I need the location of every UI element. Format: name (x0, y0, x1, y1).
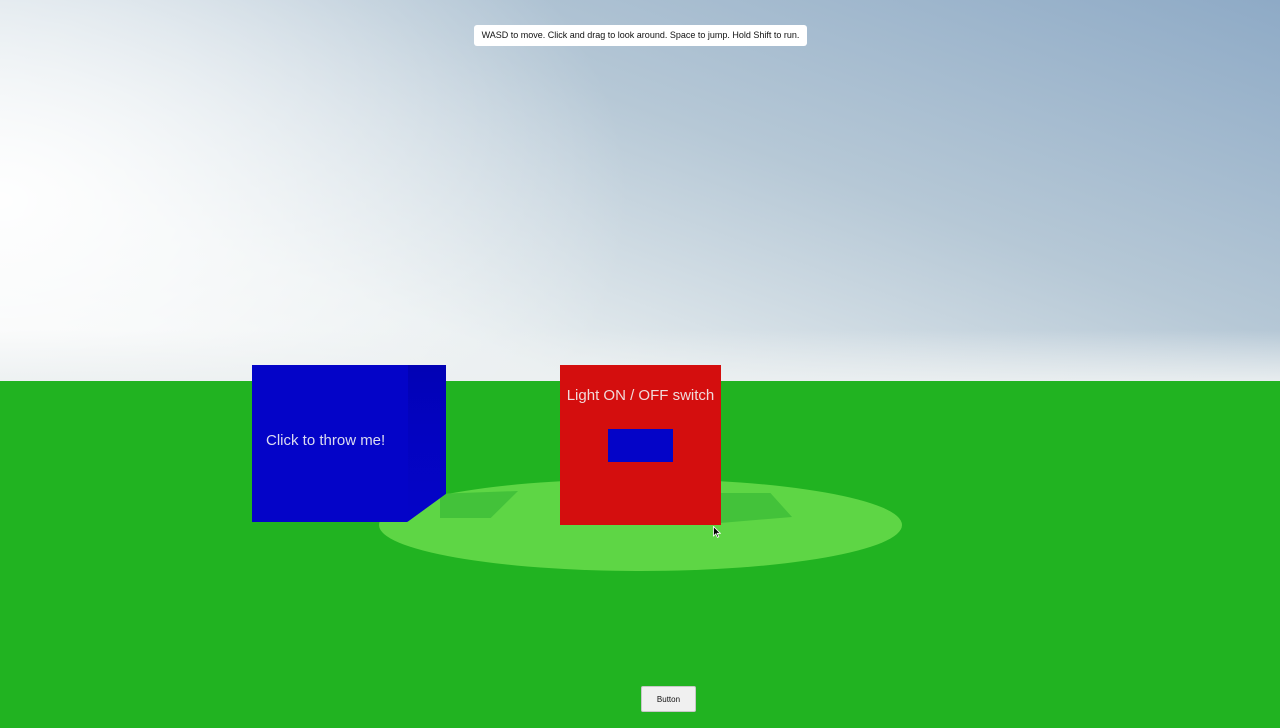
light-switch-toggle[interactable] (608, 429, 673, 462)
mouse-pointer-icon (713, 526, 721, 538)
controls-instructions: WASD to move. Click and drag to look aro… (474, 25, 807, 46)
light-switch-cube[interactable]: Light ON / OFF switch (560, 365, 721, 525)
action-button[interactable]: Button (641, 686, 696, 712)
sky (0, 0, 1280, 381)
throwable-cube[interactable]: Click to throw me! (252, 365, 446, 522)
light-switch-label: Light ON / OFF switch (566, 387, 715, 404)
throwable-cube-label: Click to throw me! (266, 432, 386, 449)
